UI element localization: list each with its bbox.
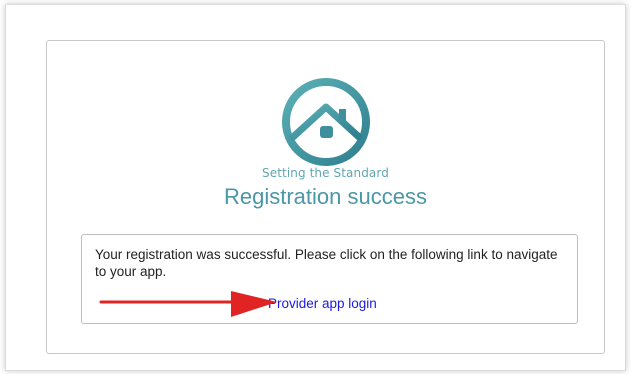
page-title: Registration success [224, 184, 427, 209]
provider-app-login-link[interactable]: Provider app login [268, 296, 377, 311]
red-arrow-icon [99, 291, 277, 317]
screenshot-frame: Setting the Standard Registration succes… [5, 4, 626, 371]
success-message: Your registration was successful. Please… [95, 247, 558, 279]
house-logo-icon [282, 78, 370, 166]
registration-card: Setting the Standard Registration succes… [46, 40, 605, 354]
logo-tagline: Setting the Standard [262, 166, 389, 180]
